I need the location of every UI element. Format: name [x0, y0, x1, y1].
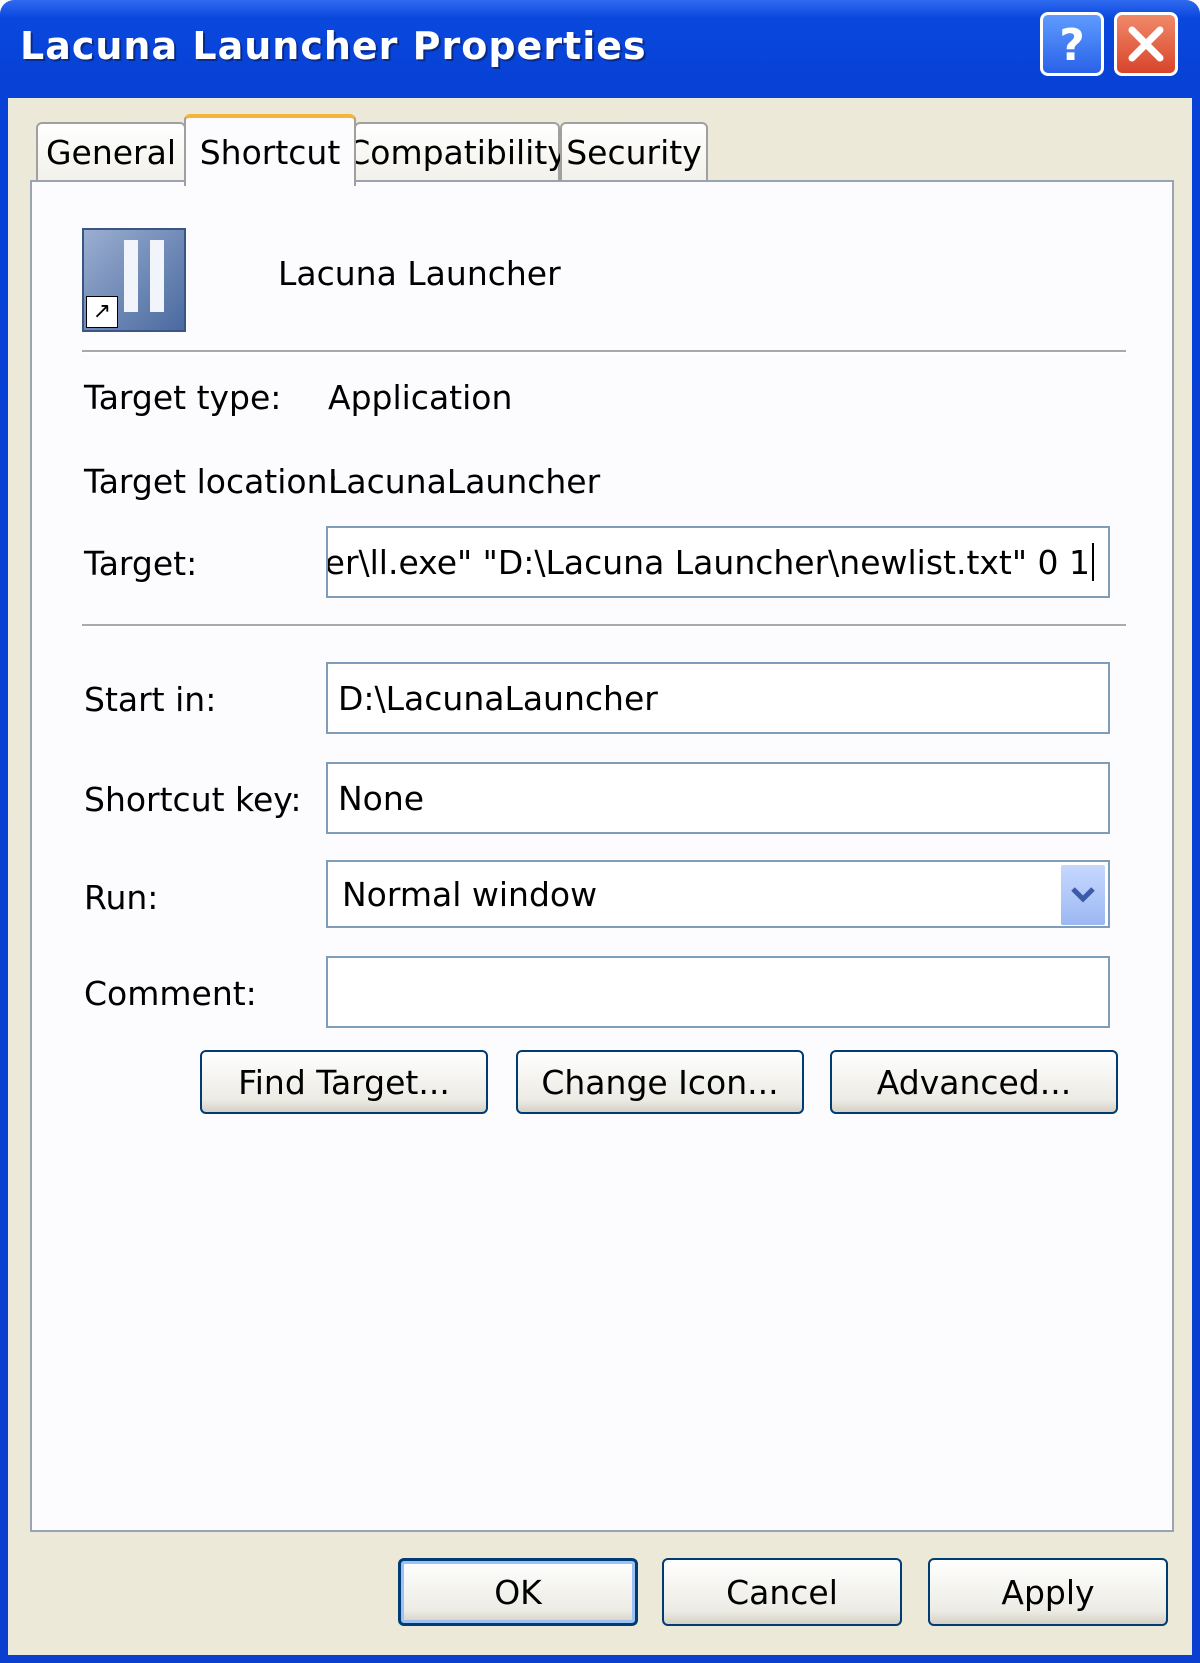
- advanced-button[interactable]: Advanced...: [830, 1050, 1118, 1114]
- close-button[interactable]: [1114, 12, 1178, 76]
- start-in-input[interactable]: D:\LacunaLauncher: [326, 662, 1110, 734]
- svg-text:?: ?: [1059, 20, 1085, 68]
- target-location-label: Target location:: [84, 462, 339, 501]
- window-title: Lacuna Launcher Properties: [20, 24, 647, 68]
- target-input-text: her\ll.exe" "D:\Lacuna Launcher\newlist.…: [326, 542, 1090, 582]
- change-icon-button-label: Change Icon...: [541, 1062, 779, 1102]
- shortcut-panel: ↗ Lacuna Launcher Target type: Applicati…: [30, 180, 1174, 1532]
- shortcut-key-input[interactable]: None: [326, 762, 1110, 834]
- tab-label: Security: [566, 132, 702, 172]
- start-in-input-text: D:\LacunaLauncher: [338, 678, 658, 718]
- run-select-value: Normal window: [342, 874, 598, 914]
- apply-button-label: Apply: [1001, 1572, 1095, 1612]
- comment-label: Comment:: [84, 974, 257, 1013]
- separator: [82, 350, 1126, 354]
- tab-label: Compatibility: [347, 132, 567, 172]
- ok-button[interactable]: OK: [398, 1558, 638, 1626]
- start-in-label: Start in:: [84, 680, 217, 719]
- tab-label: Shortcut: [199, 132, 341, 172]
- find-target-button-label: Find Target...: [238, 1062, 450, 1102]
- shortcut-arrow-icon: ↗: [86, 296, 118, 328]
- comment-input[interactable]: [326, 956, 1110, 1028]
- tab-general[interactable]: General: [36, 122, 186, 180]
- ok-button-label: OK: [494, 1572, 542, 1612]
- help-button[interactable]: ?: [1040, 12, 1104, 76]
- target-type-label: Target type:: [84, 378, 282, 417]
- tab-label: General: [45, 132, 177, 172]
- target-location-value: LacunaLauncher: [328, 462, 601, 501]
- shortcut-key-label: Shortcut key:: [84, 780, 302, 819]
- dialog-client-area: General Shortcut Compatibility Security …: [8, 98, 1192, 1655]
- tab-security[interactable]: Security: [560, 122, 708, 180]
- target-input[interactable]: her\ll.exe" "D:\Lacuna Launcher\newlist.…: [326, 526, 1110, 598]
- chevron-down-icon: [1071, 887, 1095, 903]
- cancel-button[interactable]: Cancel: [662, 1558, 902, 1626]
- find-target-button[interactable]: Find Target...: [200, 1050, 488, 1114]
- target-type-value: Application: [328, 378, 513, 417]
- tab-shortcut[interactable]: Shortcut: [184, 114, 356, 186]
- run-select[interactable]: Normal window: [326, 860, 1110, 928]
- cancel-button-label: Cancel: [726, 1572, 838, 1612]
- advanced-button-label: Advanced...: [876, 1062, 1072, 1102]
- change-icon-button[interactable]: Change Icon...: [516, 1050, 804, 1114]
- close-icon: [1128, 26, 1164, 62]
- properties-window: Lacuna Launcher Properties ? General Sho…: [0, 0, 1200, 1663]
- tab-compatibility[interactable]: Compatibility: [347, 122, 567, 180]
- run-label: Run:: [84, 878, 159, 917]
- text-caret: [1092, 543, 1094, 581]
- apply-button[interactable]: Apply: [928, 1558, 1168, 1626]
- application-icon: ↗: [82, 228, 186, 332]
- shortcut-key-input-text: None: [338, 778, 425, 818]
- shortcut-name: Lacuna Launcher: [278, 254, 561, 293]
- run-dropdown-button[interactable]: [1060, 864, 1106, 926]
- separator: [82, 624, 1126, 628]
- target-label: Target:: [84, 544, 198, 583]
- help-icon: ?: [1059, 20, 1085, 68]
- title-bar[interactable]: Lacuna Launcher Properties ?: [0, 0, 1200, 100]
